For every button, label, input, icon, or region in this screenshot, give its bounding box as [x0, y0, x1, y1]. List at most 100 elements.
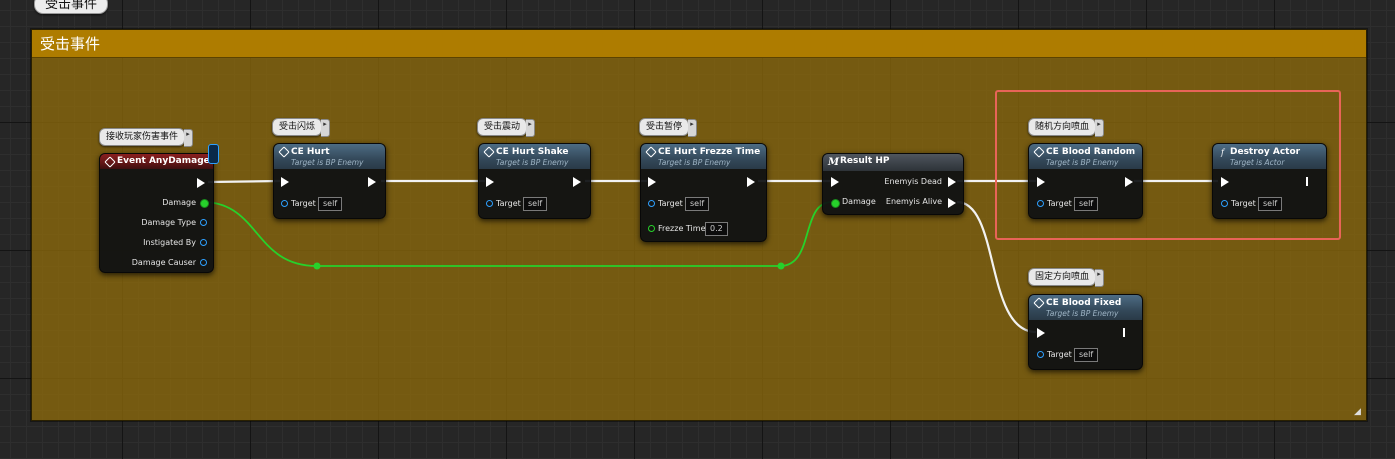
- damage-causer-pin[interactable]: [200, 259, 207, 266]
- node-title: CE Blood Random: [1046, 147, 1136, 157]
- target-label: Target: [1231, 199, 1256, 208]
- function-diamond-icon: [278, 146, 290, 158]
- result-hp-macro-node[interactable]: M Result HP Enemyis Dead Damage Enemyis …: [822, 153, 964, 215]
- exec-end-marker: [1306, 177, 1308, 186]
- exec-in-pin[interactable]: [1221, 177, 1229, 187]
- event-diamond-icon: [104, 156, 116, 168]
- target-self-field[interactable]: self: [1074, 348, 1099, 362]
- bubble-pin-toggle-icon[interactable]: ▸: [1095, 119, 1105, 137]
- node-subtitle: Target is BP Enemy: [291, 158, 364, 167]
- destroy-actor-node[interactable]: f Destroy Actor Target is Actor Target s…: [1212, 143, 1327, 219]
- exec-in-pin[interactable]: [281, 177, 289, 187]
- freeze-comment-bubble[interactable]: 受击暂停 ▸: [639, 118, 698, 137]
- target-pin[interactable]: [1037, 200, 1044, 207]
- function-diamond-icon: [645, 146, 657, 158]
- pin-label-damage-type: Damage Type: [141, 218, 196, 227]
- target-label: Target: [1047, 199, 1072, 208]
- node-title: Destroy Actor: [1230, 147, 1301, 157]
- shake-comment-bubble[interactable]: 受击震动 ▸: [477, 118, 536, 137]
- node-title: Event AnyDamage: [117, 156, 210, 166]
- ce-blood-fixed-node[interactable]: CE Blood Fixed Target is BP Enemy Target…: [1028, 294, 1143, 370]
- node-title: Result HP: [840, 156, 890, 166]
- target-self-field[interactable]: self: [1074, 197, 1099, 211]
- bubble-pin-toggle-icon[interactable]: ▸: [321, 119, 331, 137]
- node-title: CE Hurt Frezze Time: [658, 147, 761, 157]
- damage-in-label: Damage: [842, 197, 876, 206]
- target-label: Target: [291, 199, 316, 208]
- bubble-pin-toggle-icon[interactable]: ▸: [1095, 269, 1105, 287]
- exec-end-marker: [1123, 328, 1125, 337]
- delegate-pin-icon[interactable]: [208, 144, 219, 164]
- node-header: CE Hurt Shake Target is BP Enemy: [479, 144, 590, 169]
- exec-in-pin[interactable]: [1037, 177, 1045, 187]
- exec-in-pin[interactable]: [486, 177, 494, 187]
- reroute-node-2: [777, 262, 785, 270]
- node-title: CE Hurt Shake: [496, 147, 569, 157]
- exec-in-pin[interactable]: [648, 177, 656, 187]
- target-self-field[interactable]: self: [1258, 197, 1283, 211]
- hurt-comment-bubble[interactable]: 受击闪烁 ▸: [272, 118, 331, 137]
- exec-out-pin[interactable]: [197, 178, 205, 188]
- function-f-icon: f: [1221, 148, 1224, 157]
- reroute-node-1: [313, 262, 321, 270]
- frezze-time-label: Frezze Time: [658, 224, 706, 233]
- node-header: CE Blood Fixed Target is BP Enemy: [1029, 295, 1142, 320]
- macro-m-icon: M: [828, 157, 840, 168]
- damage-in-pin[interactable]: [831, 199, 840, 208]
- target-pin[interactable]: [281, 200, 288, 207]
- bubble-pin-toggle-icon[interactable]: ▸: [184, 129, 194, 147]
- node-header: Event AnyDamage: [100, 154, 213, 169]
- target-pin[interactable]: [1037, 351, 1044, 358]
- damage-out-pin[interactable]: [200, 199, 209, 208]
- node-title: CE Hurt: [291, 147, 330, 157]
- bubble-pin-toggle-icon[interactable]: ▸: [526, 119, 536, 137]
- damage-type-pin[interactable]: [200, 219, 207, 226]
- exec-in-pin[interactable]: [1037, 328, 1045, 338]
- node-subtitle: Target is Actor: [1230, 158, 1285, 167]
- target-pin[interactable]: [1221, 200, 1228, 207]
- blood-random-comment-bubble[interactable]: 随机方向喷血 ▸: [1028, 118, 1105, 137]
- target-pin[interactable]: [648, 200, 655, 207]
- target-pin[interactable]: [486, 200, 493, 207]
- node-header: CE Blood Random Target is BP Enemy: [1029, 144, 1142, 169]
- enemy-dead-exec-pin[interactable]: [948, 177, 956, 187]
- node-subtitle: Target is BP Enemy: [658, 158, 731, 167]
- enemy-dead-label: Enemyis Dead: [884, 177, 942, 186]
- target-self-field[interactable]: self: [318, 197, 343, 211]
- enemy-alive-label: Enemyis Alive: [885, 197, 942, 206]
- target-label: Target: [658, 199, 683, 208]
- function-diamond-icon: [1033, 146, 1045, 158]
- exec-out-pin[interactable]: [368, 177, 376, 187]
- node-subtitle: Target is BP Enemy: [1046, 309, 1119, 318]
- pin-label-damage: Damage: [162, 198, 196, 207]
- function-diamond-icon: [1033, 297, 1045, 309]
- ce-hurt-frezze-time-node[interactable]: CE Hurt Frezze Time Target is BP Enemy T…: [640, 143, 767, 242]
- node-header: M Result HP: [823, 154, 963, 171]
- exec-in-pin[interactable]: [831, 177, 839, 187]
- ce-hurt-node[interactable]: CE Hurt Target is BP Enemy Target self: [273, 143, 386, 219]
- exec-wire-event-hurt: [207, 179, 281, 184]
- node-header: f Destroy Actor Target is Actor: [1213, 144, 1326, 169]
- pin-label-damage-causer: Damage Causer: [131, 258, 196, 267]
- event-comment-bubble[interactable]: 接收玩家伤害事件 ▸: [99, 128, 194, 147]
- frezze-time-pin[interactable]: [648, 225, 655, 232]
- bubble-pin-toggle-icon[interactable]: ▸: [688, 119, 698, 137]
- target-self-field[interactable]: self: [685, 197, 710, 211]
- event-anydamage-node[interactable]: Event AnyDamage Damage Damage Type Insti…: [99, 144, 219, 273]
- node-header: CE Hurt Frezze Time Target is BP Enemy: [641, 144, 766, 169]
- exec-out-pin[interactable]: [1125, 177, 1133, 187]
- target-label: Target: [1047, 350, 1072, 359]
- blood-fixed-comment-bubble[interactable]: 固定方向喷血 ▸: [1028, 268, 1105, 287]
- target-self-field[interactable]: self: [523, 197, 548, 211]
- ce-hurt-shake-node[interactable]: CE Hurt Shake Target is BP Enemy Target …: [478, 143, 591, 219]
- instigated-by-pin[interactable]: [200, 239, 207, 246]
- node-subtitle: Target is BP Enemy: [1046, 158, 1119, 167]
- node-subtitle: Target is BP Enemy: [496, 158, 569, 167]
- ce-blood-random-node[interactable]: CE Blood Random Target is BP Enemy Targe…: [1028, 143, 1143, 219]
- enemy-alive-exec-pin[interactable]: [948, 198, 956, 208]
- exec-out-pin[interactable]: [747, 177, 755, 187]
- exec-out-pin[interactable]: [573, 177, 581, 187]
- node-title: CE Blood Fixed: [1046, 298, 1122, 308]
- frezze-time-input[interactable]: 0.2: [705, 222, 728, 236]
- node-header: CE Hurt Target is BP Enemy: [274, 144, 385, 169]
